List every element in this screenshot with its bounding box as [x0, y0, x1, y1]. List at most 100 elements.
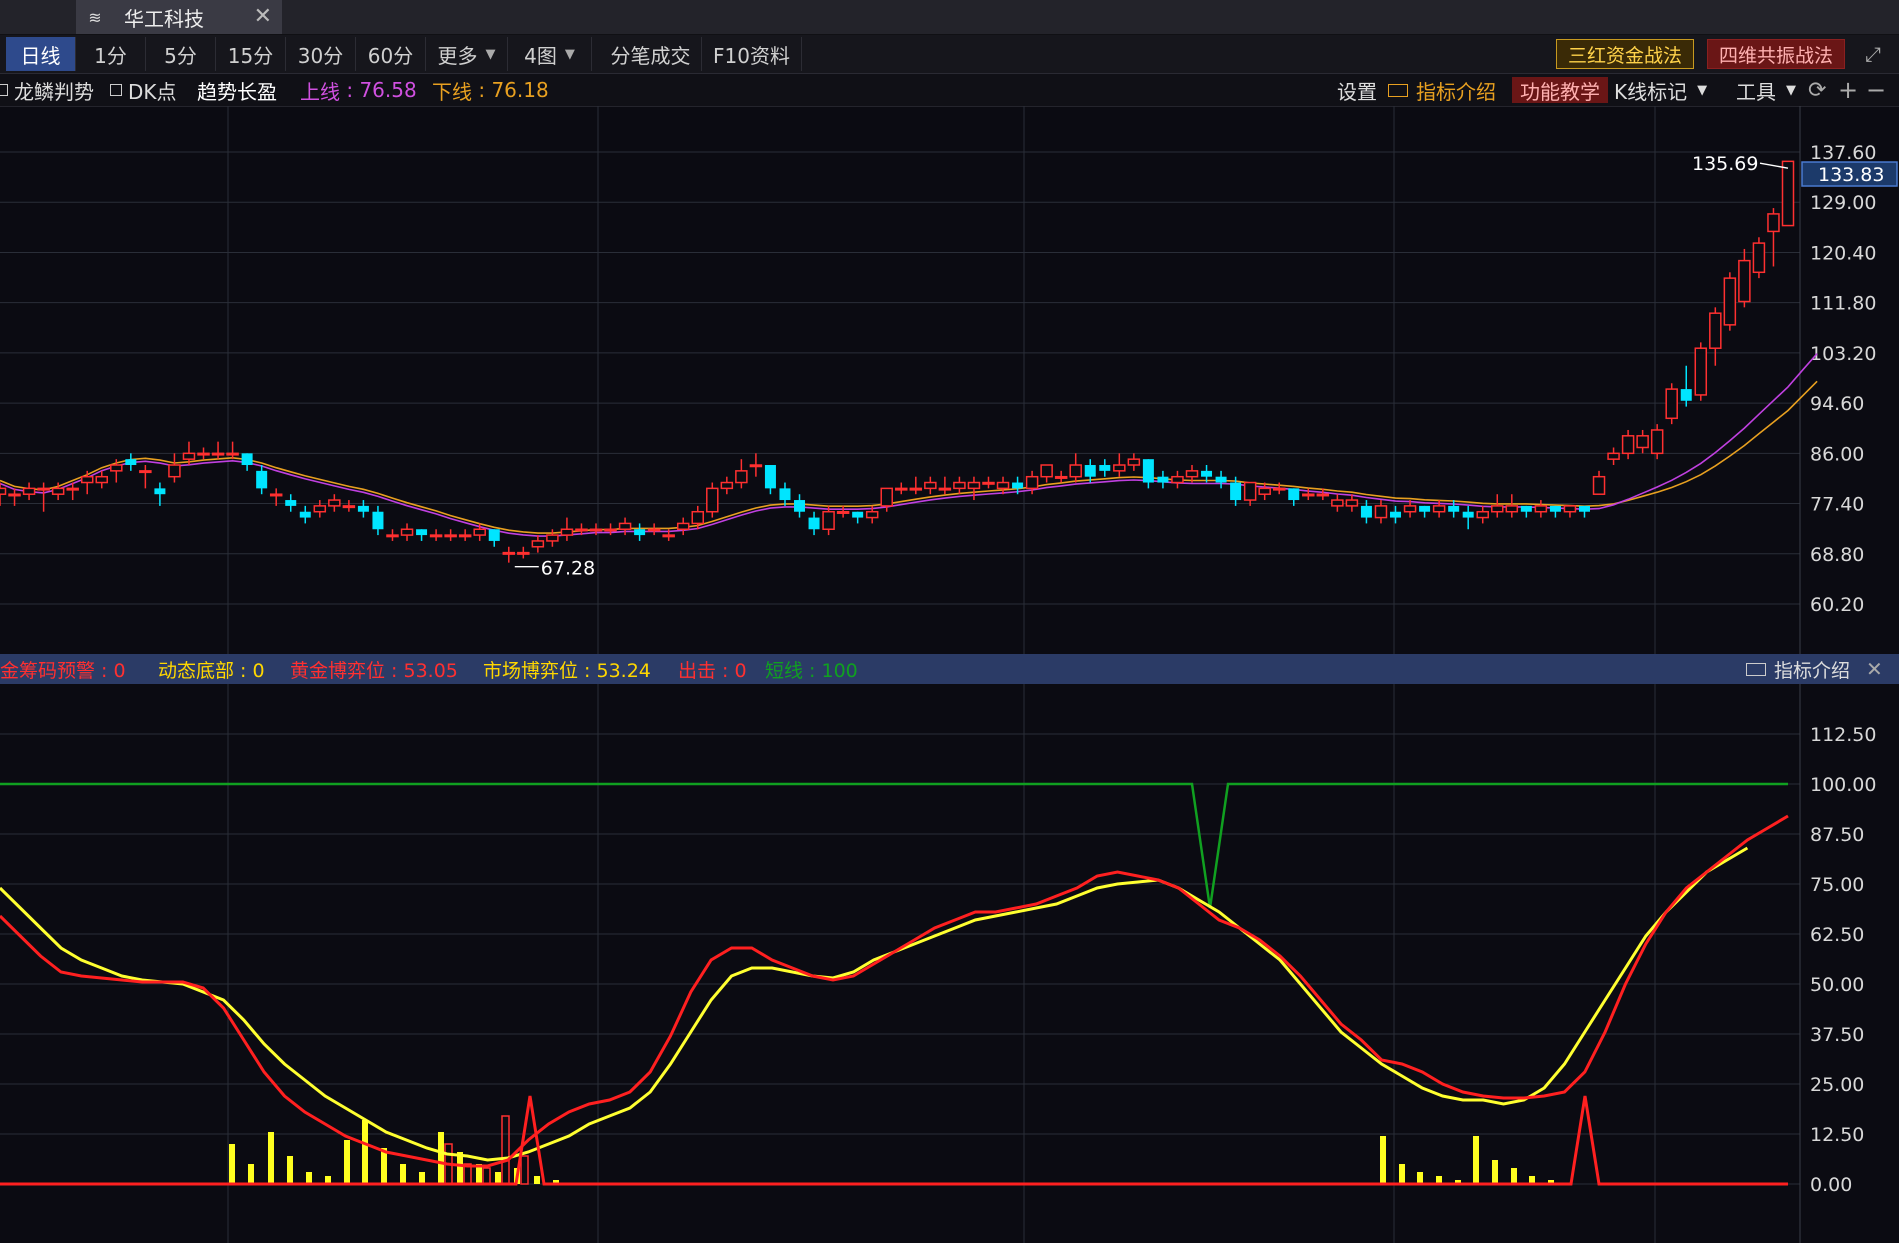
candle-body [1360, 505, 1372, 518]
candle-body [808, 517, 820, 530]
candle-body [256, 470, 268, 489]
tools-dropdown[interactable]: 工具 ▼ [1736, 74, 1796, 106]
candle-body [458, 534, 472, 538]
candle-body [8, 493, 21, 497]
four-chart-label: 4图 [524, 43, 557, 68]
candle-body [996, 481, 1010, 490]
four-chart-dropdown[interactable]: 4图 ▼ [508, 37, 592, 71]
volume-bar-yellow [306, 1172, 312, 1184]
candle-body [1432, 505, 1446, 513]
candle-body [488, 529, 500, 541]
candle-body [735, 470, 748, 484]
candle-body [706, 487, 719, 513]
settings-button[interactable]: 设置 [1337, 74, 1377, 106]
candle-body [1230, 482, 1242, 501]
candle-body [1403, 505, 1417, 513]
candle-body [1694, 347, 1708, 396]
more-dropdown[interactable]: 更多 ▼ [426, 37, 508, 71]
candle-body [66, 487, 79, 491]
y-tick-label: 100.00 [1810, 774, 1876, 796]
indicator-chart[interactable]: 112.50 100.00 87.50 75.00 62.50 50.00 37.50 25.… [0, 684, 1899, 1243]
candle-body [1185, 470, 1199, 478]
volume-bar-yellow [419, 1172, 425, 1184]
candle-body [1650, 429, 1664, 455]
candlestick-chart[interactable]: 137.60 129.00 120.40 111.80 103.20 94.60 86.00… [0, 106, 1899, 654]
chevron-down-icon: ▼ [1786, 82, 1796, 98]
more-label: 更多 [437, 43, 478, 68]
y-tick-label: 112.50 [1810, 724, 1876, 746]
period-30min-button[interactable]: 30分 [286, 37, 356, 71]
candle-body [836, 510, 850, 514]
volume-bar-yellow [1473, 1136, 1479, 1184]
stock-tab[interactable]: ≋ 华工科技 ✕ [76, 0, 282, 34]
candle-body [953, 481, 966, 490]
candle-body [880, 487, 893, 507]
y-tick-label: 103.20 [1810, 343, 1876, 365]
volume-bar-red [501, 1115, 510, 1185]
y-tick-label: 87.50 [1810, 824, 1864, 846]
candle-body [676, 522, 690, 531]
candle-body [502, 551, 516, 555]
y-tick-label: 94.60 [1810, 393, 1864, 415]
candle-body [0, 487, 7, 495]
zoom-out-icon[interactable]: − [1866, 74, 1886, 106]
f10-button[interactable]: F10资料 [702, 37, 802, 71]
y-tick-label: 0.00 [1810, 1174, 1852, 1196]
kline-mark-dropdown[interactable]: K线标记 ▼ [1614, 74, 1707, 106]
indicator-intro-button[interactable]: 指标介绍 [1388, 74, 1496, 106]
candle-body [95, 475, 109, 484]
longlin-toggle[interactable]: 龙鳞判势 [0, 74, 94, 106]
dk-toggle[interactable]: DK点 [110, 74, 177, 106]
candle-body [1025, 475, 1039, 490]
candle-body [1084, 465, 1096, 477]
refresh-icon[interactable]: ⟳ [1808, 74, 1826, 106]
candle-body [168, 464, 181, 478]
candle-body [764, 465, 776, 489]
candle-body [517, 551, 530, 555]
close-icon[interactable]: ✕ [1866, 654, 1883, 684]
longlin-label: 龙鳞判势 [14, 79, 94, 104]
candle-body [1723, 277, 1737, 326]
close-icon[interactable]: ✕ [254, 4, 272, 29]
high-price-annotation: 135.69 [1692, 153, 1758, 175]
feature-teaching-button[interactable]: 功能教学 [1512, 77, 1608, 104]
current-price-label: 133.83 [1818, 164, 1884, 186]
layers-icon: ≋ [88, 7, 102, 27]
expand-icon[interactable]: ⤢ [1858, 39, 1888, 69]
candle-body [1462, 511, 1474, 518]
candle-body [1113, 464, 1126, 472]
period-1min-button[interactable]: 1分 [76, 37, 146, 71]
volume-bar-red [520, 1155, 529, 1185]
candle-body [269, 493, 283, 497]
period-15min-button[interactable]: 15分 [216, 37, 286, 71]
candle-body [80, 475, 94, 484]
upper-line-value: 76.58 [359, 78, 417, 102]
volume-bar-yellow [248, 1164, 254, 1184]
trend-label[interactable]: 趋势长盈 [197, 74, 277, 106]
period-toolbar: 日线 1分 5分 15分 30分 60分 更多 ▼ 4图 ▼ 分笔成交 F10资料 … [0, 35, 1899, 74]
sub-indicator-item: 金筹码预警 : 0 [0, 659, 126, 682]
chevron-down-icon: ▼ [564, 46, 575, 62]
candle-body [1636, 435, 1649, 449]
tick-trades-button[interactable]: 分笔成交 [600, 37, 702, 71]
candle-body [852, 511, 864, 518]
candle-body [1171, 475, 1184, 484]
candle-body [444, 534, 457, 538]
candle-body [125, 459, 137, 466]
candle-body [1316, 493, 1330, 497]
candle-body [1709, 312, 1722, 349]
candle-body [473, 528, 486, 536]
zoom-in-icon[interactable]: + [1838, 74, 1858, 106]
candle-body [1448, 505, 1460, 512]
volume-bar-yellow [344, 1140, 350, 1184]
y-tick-label: 111.80 [1810, 293, 1876, 315]
volume-bar-yellow [1380, 1136, 1386, 1184]
candle-body [1781, 160, 1795, 227]
period-daily-button[interactable]: 日线 [6, 37, 76, 71]
candle-body [110, 464, 123, 472]
strategy-sanhong-button[interactable]: 三红资金战法 [1556, 39, 1694, 69]
sub-indicator-intro-button[interactable]: 指标介绍 [1746, 654, 1850, 684]
period-60min-button[interactable]: 60分 [356, 37, 426, 71]
period-5min-button[interactable]: 5分 [146, 37, 216, 71]
strategy-siwei-button[interactable]: 四维共振战法 [1707, 39, 1845, 69]
